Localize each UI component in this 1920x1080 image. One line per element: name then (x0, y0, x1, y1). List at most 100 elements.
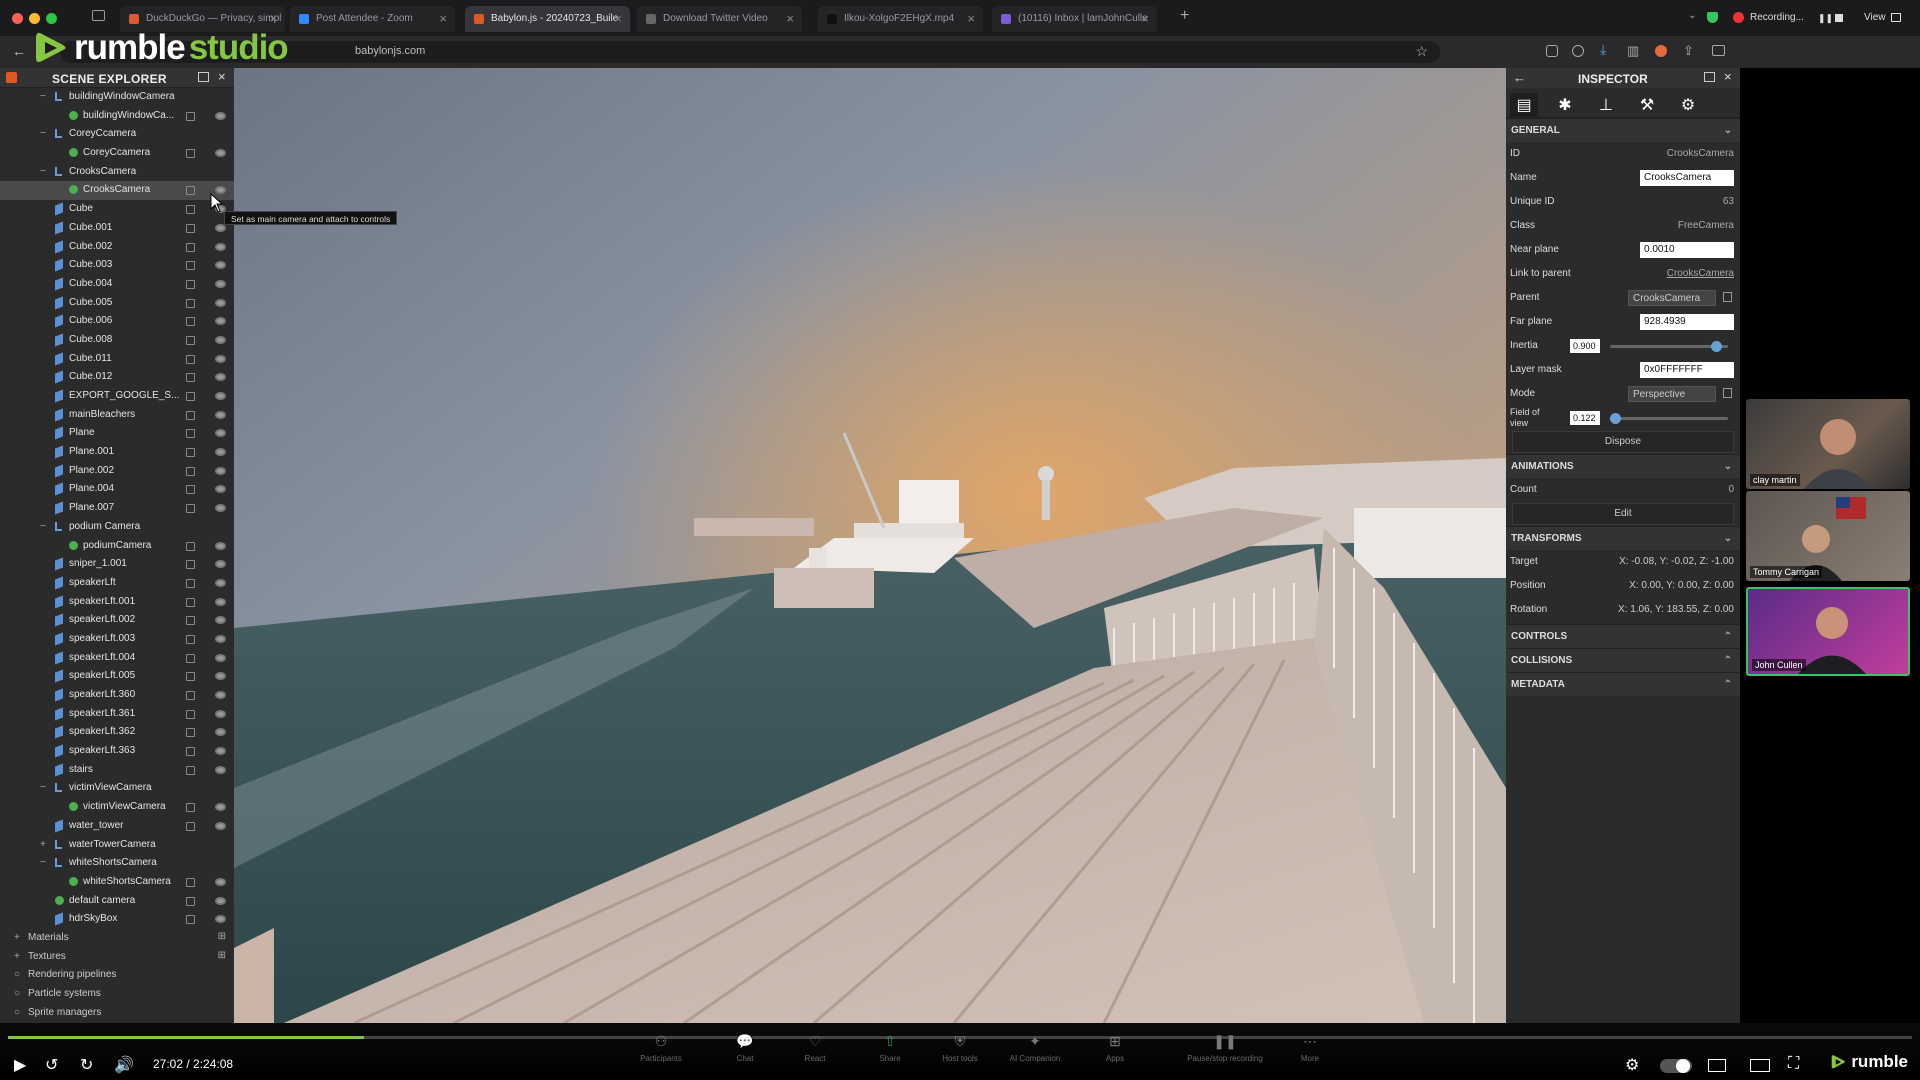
visibility-eye-icon[interactable] (215, 896, 226, 905)
tree-item-node[interactable]: − podium Camera (0, 518, 234, 537)
properties-tab-icon[interactable]: ▤ (1510, 93, 1538, 117)
bounding-box-toggle-icon[interactable] (186, 205, 195, 215)
bounding-box-toggle-icon[interactable] (186, 149, 195, 159)
visibility-eye-icon[interactable] (215, 242, 226, 251)
tree-item-camera[interactable]: buildingWindowCa... (0, 107, 234, 126)
zoom-tool-button[interactable]: ✦ AI Companion (1000, 1033, 1070, 1063)
tree-item-mesh[interactable]: water_tower (0, 817, 234, 836)
tab-overview-icon[interactable] (92, 10, 105, 21)
minimize-window-button[interactable] (29, 13, 40, 24)
visibility-eye-icon[interactable] (215, 541, 226, 550)
statistics-tab-icon[interactable]: ⊥ (1592, 93, 1620, 117)
pause-recording-icon[interactable]: ❚❚ (1818, 13, 1833, 24)
shield-icon[interactable] (1707, 12, 1718, 23)
webcam-tile[interactable]: Tommy Carrigan (1746, 491, 1910, 581)
tree-item-mesh[interactable]: speakerLft.361 (0, 705, 234, 724)
visibility-eye-icon[interactable] (215, 429, 226, 438)
copy-icon[interactable] (1723, 292, 1732, 302)
tree-item-mesh[interactable]: Plane (0, 424, 234, 443)
zoom-tool-button[interactable]: ⚇ Participants (626, 1033, 696, 1063)
close-tab-icon[interactable]: × (1141, 6, 1149, 32)
bounding-box-toggle-icon[interactable] (186, 728, 195, 738)
bounding-box-toggle-icon[interactable] (186, 691, 195, 700)
add-icon[interactable]: ⊞ (218, 950, 226, 961)
extension-icon[interactable] (1546, 45, 1558, 57)
bounding-box-toggle-icon[interactable] (186, 485, 195, 495)
bounding-box-toggle-icon[interactable] (186, 392, 195, 401)
view-menu[interactable]: View (1864, 12, 1886, 23)
bounding-box-toggle-icon[interactable] (186, 186, 195, 196)
bounding-box-toggle-icon[interactable] (186, 653, 195, 663)
close-tab-icon[interactable]: × (786, 6, 794, 32)
tree-item-mesh[interactable]: Plane.001 (0, 443, 234, 462)
name-input[interactable]: CrooksCamera (1640, 170, 1734, 186)
extension-icon[interactable] (1572, 45, 1584, 57)
tree-item-mesh[interactable]: Plane.002 (0, 462, 234, 481)
tree-item-mesh[interactable]: Plane.007 (0, 499, 234, 518)
expand-toggle-icon[interactable]: − (40, 857, 48, 868)
stop-recording-icon[interactable] (1835, 14, 1843, 22)
render-viewport[interactable] (234, 68, 1506, 1023)
play-icon[interactable]: ▶ (14, 1055, 26, 1075)
visibility-eye-icon[interactable] (215, 111, 226, 120)
tree-item-camera[interactable]: podiumCamera (0, 537, 234, 556)
visibility-eye-icon[interactable] (215, 354, 226, 363)
tree-item-mesh[interactable]: Cube.006 (0, 312, 234, 331)
tree-item-mesh[interactable]: Cube.005 (0, 294, 234, 313)
browser-tab[interactable]: Post Attendee - Zoom × (290, 6, 455, 32)
tree-item-camera[interactable]: default camera (0, 892, 234, 911)
tree-item-mesh[interactable]: stairs (0, 761, 234, 780)
bounding-box-toggle-icon[interactable] (186, 242, 195, 252)
tree-item-mesh[interactable]: Cube.003 (0, 256, 234, 275)
close-icon[interactable]: × (218, 69, 226, 84)
animations-section-header[interactable]: ANIMATIONS ⌄ (1506, 454, 1740, 478)
visibility-eye-icon[interactable] (215, 765, 226, 774)
tree-item-node[interactable]: − CoreyCcamera (0, 125, 234, 144)
tabs-dropdown-icon[interactable]: ⌄ (1688, 10, 1696, 21)
tree-item-mesh[interactable]: Cube (0, 200, 234, 219)
tree-item-mesh[interactable]: Cube.004 (0, 275, 234, 294)
visibility-eye-icon[interactable] (215, 317, 226, 326)
autoplay-toggle[interactable] (1660, 1059, 1692, 1073)
tree-item-mesh[interactable]: speakerLft.002 (0, 611, 234, 630)
visibility-eye-icon[interactable] (215, 634, 226, 643)
fullscreen-icon[interactable]: ⛶ (1788, 1055, 1799, 1073)
visibility-eye-icon[interactable] (215, 672, 226, 681)
visibility-eye-icon[interactable] (215, 803, 226, 812)
tree-item-mesh[interactable]: Cube.002 (0, 238, 234, 257)
copy-icon[interactable] (1723, 388, 1732, 398)
chart-extension-icon[interactable]: ▥ (1627, 43, 1639, 59)
tools-tab-icon[interactable]: ⚒ (1633, 93, 1661, 117)
tree-item-mesh[interactable]: Cube.008 (0, 331, 234, 350)
tree-item-mesh[interactable]: speakerLft.360 (0, 686, 234, 705)
layer-mask-input[interactable]: 0x0FFFFFFF (1640, 362, 1734, 378)
inertia-input[interactable]: 0.900 (1570, 339, 1600, 353)
visibility-eye-icon[interactable] (215, 392, 226, 400)
tree-item-mesh[interactable]: speakerLft.363 (0, 742, 234, 761)
bounding-box-toggle-icon[interactable] (186, 504, 195, 514)
fast-forward-icon[interactable]: ↻ (80, 1055, 93, 1075)
collisions-section-header[interactable]: COLLISIONS ⌃ (1506, 648, 1740, 672)
bounding-box-toggle-icon[interactable] (186, 709, 195, 719)
volume-icon[interactable]: 🔊 (114, 1055, 134, 1075)
expand-toggle-icon[interactable]: − (40, 128, 48, 139)
visibility-eye-icon[interactable] (215, 335, 226, 344)
tree-item-camera[interactable]: CrooksCamera (0, 181, 234, 201)
close-tab-icon[interactable]: × (614, 6, 622, 32)
tree-item-node[interactable]: − buildingWindowCamera (0, 88, 234, 107)
tree-item-mesh[interactable]: Cube.011 (0, 350, 234, 369)
debug-tab-icon[interactable]: ✱ (1551, 93, 1579, 117)
far-plane-input[interactable]: 928.4939 (1640, 314, 1734, 330)
browser-tab[interactable]: (10116) Inbox | lamJohnCulle × (992, 6, 1157, 32)
bounding-box-toggle-icon[interactable] (186, 410, 195, 420)
bounding-box-toggle-icon[interactable] (186, 111, 195, 121)
bounding-box-toggle-icon[interactable] (186, 803, 195, 813)
visibility-eye-icon[interactable] (215, 504, 226, 513)
bounding-box-toggle-icon[interactable] (186, 560, 195, 570)
download-icon[interactable]: ⤓ (1600, 41, 1606, 58)
target-value[interactable]: X: -0.08, Y: -0.02, Z: -1.00 (1619, 556, 1734, 567)
scene-section-item[interactable]: ○ Particle systems (0, 985, 234, 1004)
link-to-parent-link[interactable]: CrooksCamera (1667, 268, 1734, 279)
maximize-window-button[interactable] (46, 13, 57, 24)
scene-section-item[interactable]: ○ Rendering pipelines (0, 966, 234, 985)
